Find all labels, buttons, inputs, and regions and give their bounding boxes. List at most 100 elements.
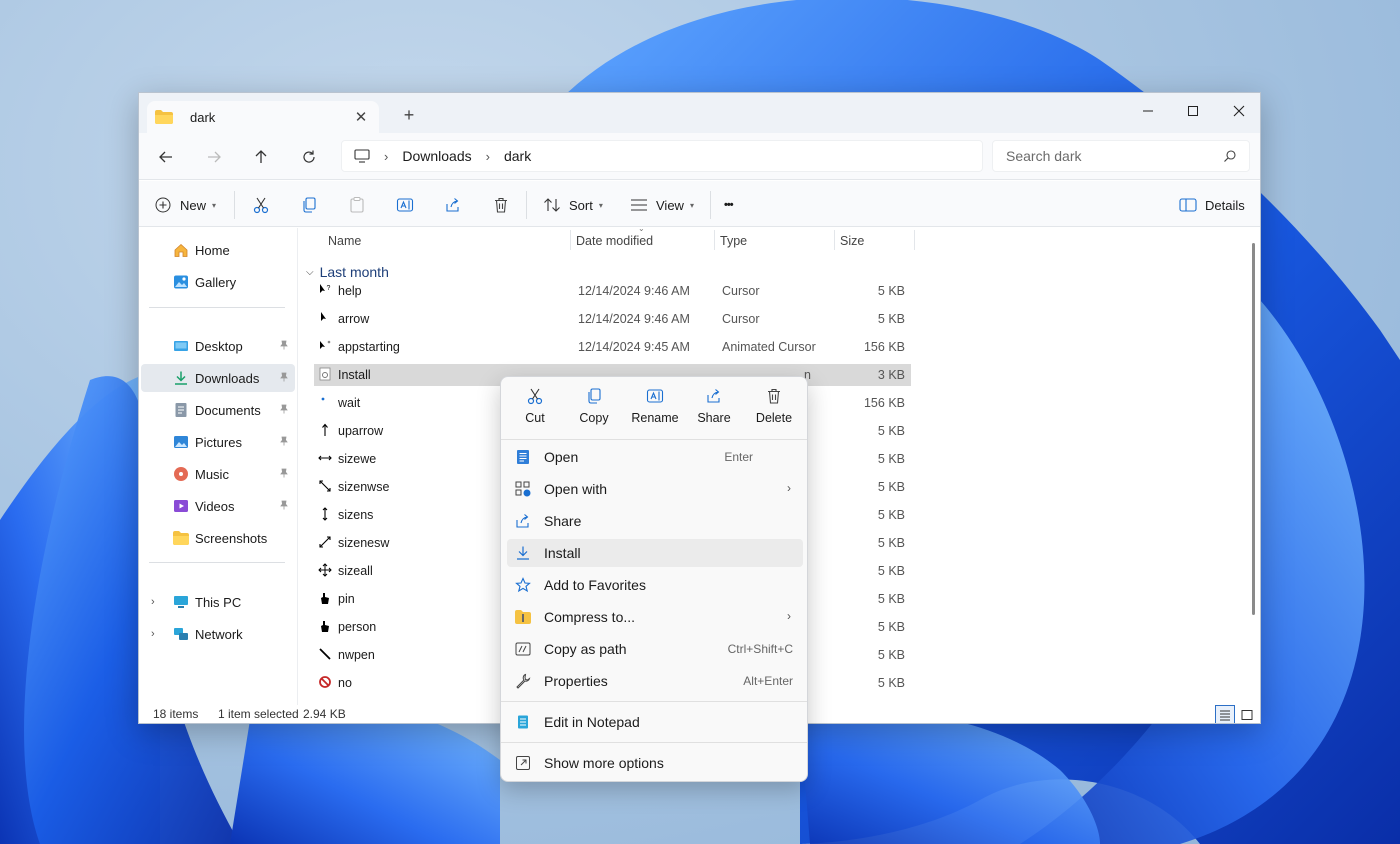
close-window-button[interactable] bbox=[1225, 99, 1253, 123]
sidebar-item-documents[interactable]: Documents bbox=[141, 396, 295, 424]
menu-item-copy-as-path[interactable]: Copy as path Ctrl+Shift+C bbox=[507, 635, 803, 663]
command-bar: New ▾ Sort ▾ View ▾ ••• Details bbox=[139, 181, 1260, 227]
rename-button[interactable] bbox=[396, 193, 414, 217]
table-row[interactable]: arrow 12/14/2024 9:46 AM Cursor 5 KB bbox=[314, 308, 911, 330]
search-input[interactable]: Search dark bbox=[992, 140, 1250, 172]
context-delete-button[interactable]: Delete bbox=[746, 387, 802, 433]
menu-item-label: Open bbox=[544, 449, 579, 465]
sidebar-item-pictures[interactable]: Pictures bbox=[141, 428, 295, 456]
sidebar-item-screenshots[interactable]: Screenshots bbox=[141, 524, 295, 552]
pin-icon[interactable] bbox=[279, 468, 289, 478]
file-name: sizenesw bbox=[338, 536, 390, 550]
breadcrumb-downloads[interactable]: Downloads bbox=[402, 148, 471, 164]
compress-icon bbox=[515, 610, 531, 624]
quick-action-label: Rename bbox=[631, 411, 679, 425]
new-button[interactable]: New ▾ bbox=[155, 193, 216, 217]
sidebar-item-music[interactable]: Music bbox=[141, 460, 295, 488]
menu-item-properties[interactable]: Properties Alt+Enter bbox=[507, 667, 803, 695]
home-icon bbox=[174, 243, 188, 257]
context-share-button[interactable]: Share bbox=[686, 387, 742, 433]
sidebar-item-label: Screenshots bbox=[195, 530, 268, 546]
menu-item-edit-in-notepad[interactable]: Edit in Notepad bbox=[507, 708, 803, 736]
column-divider[interactable] bbox=[914, 230, 915, 250]
tab-close-icon[interactable]: ✕ bbox=[353, 108, 369, 126]
pin-icon[interactable] bbox=[279, 340, 289, 350]
menu-item-compress-to[interactable]: Compress to... › bbox=[507, 603, 803, 631]
file-name: Install bbox=[338, 368, 371, 382]
tiles-view-button[interactable] bbox=[1237, 705, 1257, 723]
address-bar[interactable]: › Downloads › dark bbox=[341, 140, 983, 172]
sidebar-item-this-pc[interactable]: › This PC bbox=[141, 588, 295, 616]
cut-button[interactable] bbox=[252, 193, 270, 217]
more-options-button[interactable]: ••• bbox=[724, 193, 734, 217]
pin-icon[interactable] bbox=[279, 372, 289, 382]
menu-item-open[interactable]: Open Enter bbox=[507, 443, 803, 471]
cut-icon bbox=[527, 388, 543, 405]
search-icon bbox=[1224, 150, 1236, 162]
sidebar-item-gallery[interactable]: Gallery bbox=[141, 268, 295, 296]
sidebar-item-downloads[interactable]: Downloads bbox=[141, 364, 295, 392]
table-row[interactable]: ? help 12/14/2024 9:46 AM Cursor 5 KB bbox=[314, 280, 911, 302]
menu-item-install[interactable]: Install bbox=[507, 539, 803, 567]
view-button[interactable]: View ▾ bbox=[630, 193, 694, 217]
pin-icon[interactable] bbox=[279, 436, 289, 446]
tab-title: dark bbox=[190, 109, 216, 125]
context-rename-button[interactable]: Rename bbox=[627, 387, 683, 433]
sidebar-item-label: Music bbox=[195, 466, 229, 482]
new-tab-button[interactable]: + bbox=[401, 105, 417, 126]
sidebar-item-desktop[interactable]: Desktop bbox=[141, 332, 295, 360]
context-copy-button[interactable]: Copy bbox=[566, 387, 622, 433]
menu-item-add-to-favorites[interactable]: Add to Favorites bbox=[507, 571, 803, 599]
pin-icon[interactable] bbox=[279, 500, 289, 510]
chevron-down-icon: ▾ bbox=[598, 200, 603, 210]
column-header-name[interactable]: Name bbox=[322, 228, 572, 253]
share-button[interactable] bbox=[444, 193, 462, 217]
close-icon bbox=[1233, 105, 1245, 117]
file-size: 5 KB bbox=[877, 592, 905, 606]
back-button[interactable] bbox=[154, 145, 178, 169]
group-header-last-month[interactable]: ⌵ Last month bbox=[306, 264, 389, 280]
maximize-button[interactable] bbox=[1179, 99, 1207, 123]
column-header-size[interactable]: Size bbox=[834, 228, 914, 253]
context-cut-button[interactable]: Cut bbox=[507, 387, 563, 433]
menu-item-share[interactable]: Share bbox=[507, 507, 803, 535]
menu-item-label: Open with bbox=[544, 481, 608, 497]
column-label: Size bbox=[840, 233, 865, 248]
details-pane-button[interactable]: Details bbox=[1179, 193, 1245, 217]
menu-separator bbox=[501, 439, 807, 440]
menu-item-label: Compress to... bbox=[544, 609, 636, 625]
sidebar-item-label: Documents bbox=[195, 402, 261, 418]
refresh-button[interactable] bbox=[297, 145, 321, 169]
vertical-scrollbar[interactable] bbox=[1252, 243, 1255, 615]
menu-item-label: Copy as path bbox=[544, 641, 627, 657]
sidebar-item-videos[interactable]: Videos bbox=[141, 492, 295, 520]
minimize-button[interactable] bbox=[1134, 99, 1162, 123]
menu-item-show-more-options[interactable]: Show more options bbox=[507, 749, 803, 777]
delete-button[interactable] bbox=[492, 193, 510, 217]
sidebar-item-label: Home bbox=[195, 242, 230, 258]
expand-chevron-icon[interactable]: › bbox=[151, 596, 155, 608]
paste-button[interactable] bbox=[348, 193, 366, 217]
column-header-type[interactable]: Type bbox=[714, 228, 834, 253]
pin-icon[interactable] bbox=[279, 404, 289, 414]
sort-button[interactable]: Sort ▾ bbox=[543, 193, 603, 217]
up-button[interactable] bbox=[249, 145, 273, 169]
expand-chevron-icon[interactable]: › bbox=[151, 628, 155, 640]
more-options-icon bbox=[516, 756, 530, 770]
cursor-file-icon bbox=[321, 312, 326, 321]
details-pane-icon bbox=[1179, 198, 1197, 212]
sidebar-item-network[interactable]: › Network bbox=[141, 620, 295, 648]
sidebar-item-home[interactable]: Home bbox=[141, 236, 295, 264]
menu-separator bbox=[501, 701, 807, 702]
tab-dark[interactable]: dark ✕ bbox=[147, 101, 379, 133]
copy-button[interactable] bbox=[300, 193, 318, 217]
search-placeholder: Search dark bbox=[1006, 148, 1082, 164]
forward-button[interactable] bbox=[202, 145, 226, 169]
table-row[interactable]: appstarting 12/14/2024 9:45 AM Animated … bbox=[314, 336, 911, 358]
file-name: nwpen bbox=[338, 648, 375, 662]
folder-icon bbox=[173, 531, 189, 545]
monitor-icon bbox=[354, 149, 370, 163]
breadcrumb-dark[interactable]: dark bbox=[504, 148, 531, 164]
menu-item-open-with[interactable]: Open with › bbox=[507, 475, 803, 503]
details-view-button[interactable] bbox=[1215, 705, 1235, 723]
